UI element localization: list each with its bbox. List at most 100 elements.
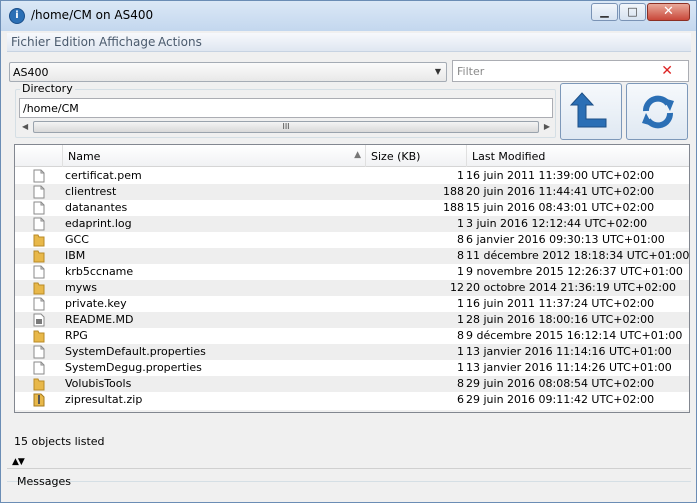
file-name: myws [65,281,97,294]
file-list[interactable]: Name ▲ Size (KB) Last Modified certifica… [14,144,690,413]
system-select-value: AS400 [13,66,49,79]
file-size: 1 [457,345,464,358]
close-button[interactable]: ✕ [647,3,690,21]
divider [7,468,691,469]
list-item[interactable]: zipresultat.zip 6 29 juin 2016 09:11:42 UT… [15,392,689,408]
file-modified: 15 juin 2016 08:43:01 UTC+02:00 [466,201,655,214]
file-name: SystemDegug.properties [65,361,202,374]
file-size: 8 [457,233,464,246]
list-item[interactable]: IBM 8 11 décembre 2012 18:18:34 UTC+01:00 [15,248,689,264]
file-modified: 20 juin 2016 11:44:41 UTC+02:00 [466,185,655,198]
app-icon: i [9,8,25,24]
system-select[interactable]: AS400 ▼ [9,62,447,82]
folder-icon [33,249,45,263]
list-item[interactable]: clientrest 188 20 juin 2016 11:44:41 UTC+0… [15,184,689,200]
list-item[interactable]: myws 12 20 octobre 2014 21:36:19 UTC+02:00 [15,280,689,296]
main-window: i /home/CM on AS400 ▁ □ ✕ Fichier Editio… [0,0,697,503]
file-name: datanantes [65,201,128,214]
file-name: zipresultat.zip [65,393,143,406]
filter-field: ✕ [452,60,689,82]
file-size: 1 [457,169,464,182]
file-icon [33,201,45,215]
menu-affichage[interactable]: Affichage [99,35,155,49]
sort-ascending-icon: ▲ [354,150,361,160]
minimize-icon: ▁ [600,5,609,18]
filter-input[interactable] [453,61,658,81]
list-item[interactable]: GCC 8 6 janvier 2016 09:30:13 UTC+01:00 [15,232,689,248]
file-icon [33,217,45,231]
file-name: clientrest [65,185,117,198]
text-file-icon [33,313,45,327]
scroll-right-icon[interactable]: ▶ [544,122,550,131]
file-modified: 11 décembre 2012 18:18:34 UTC+01:00 [466,249,690,262]
scroll-left-icon[interactable]: ◀ [22,122,28,131]
menu-actions[interactable]: Actions [158,35,202,49]
list-item[interactable]: krb5ccname 1 9 novembre 2015 12:26:37 UTC+… [15,264,689,280]
clear-filter-icon[interactable]: ✕ [661,63,673,79]
file-size: 8 [457,329,464,342]
list-header: Name ▲ Size (KB) Last Modified [15,145,689,167]
status-text: 15 objects listed [14,435,105,448]
file-modified: 29 juin 2016 08:08:54 UTC+02:00 [466,377,655,390]
file-modified: 13 janvier 2016 11:14:26 UTC+01:00 [466,361,672,374]
file-modified: 16 juin 2011 11:37:24 UTC+02:00 [466,297,655,310]
file-name: GCC [65,233,89,246]
refresh-button[interactable] [626,83,688,140]
file-modified: 6 janvier 2016 09:30:13 UTC+01:00 [466,233,665,246]
file-icon [33,361,45,375]
scrollbar-thumb[interactable]: III [33,121,539,133]
splitter-toggle-icon[interactable]: ▲▼ [12,457,25,467]
file-modified: 9 novembre 2015 12:26:37 UTC+01:00 [466,265,683,278]
list-item[interactable]: SystemDefault.properties 1 13 janvier 2016… [15,344,689,360]
menu-fichier[interactable]: Fichier [11,35,50,49]
list-item[interactable]: certificat.pem 1 16 juin 2011 11:39:00 UTC… [15,168,689,184]
maximize-button[interactable]: □ [619,3,646,21]
file-name: VolubisTools [65,377,132,390]
file-icon [33,345,45,359]
window-title: /home/CM on AS400 [31,8,154,22]
title-bar[interactable]: i /home/CM on AS400 ▁ □ ✕ [1,1,696,31]
list-item[interactable]: README.MD 1 28 juin 2016 18:00:16 UTC+02:0… [15,312,689,328]
header-last-modified[interactable]: Last Modified [467,145,689,167]
file-modified: 29 juin 2016 09:11:42 UTC+02:00 [466,393,655,406]
menu-edition[interactable]: Edition [54,35,96,49]
refresh-icon [642,95,674,129]
file-name: certificat.pem [65,169,142,182]
file-size: 1 [457,297,464,310]
header-icon-column[interactable] [15,145,63,167]
file-name: README.MD [65,313,134,326]
file-size: 188 [443,201,464,214]
header-size[interactable]: Size (KB) [366,145,467,167]
directory-scrollbar[interactable]: ◀ III ▶ [19,120,553,134]
list-item[interactable]: edaprint.log 1 3 juin 2016 12:12:44 UTC+02… [15,216,689,232]
file-size: 12 [450,281,464,294]
maximize-icon: □ [627,5,638,18]
file-modified: 13 janvier 2016 11:14:16 UTC+01:00 [466,345,672,358]
file-name: krb5ccname [65,265,134,278]
file-size: 1 [457,217,464,230]
file-size: 1 [457,265,464,278]
list-item[interactable]: VolubisTools 8 29 juin 2016 08:08:54 UTC+0… [15,376,689,392]
folder-icon [33,377,45,391]
folder-icon [33,233,45,247]
file-name: SystemDefault.properties [65,345,206,358]
folder-icon [33,281,45,295]
up-arrow-icon [570,92,607,128]
file-size: 1 [457,313,464,326]
list-item[interactable]: private.key 1 16 juin 2011 11:37:24 UTC+02… [15,296,689,312]
chevron-down-icon: ▼ [434,67,441,76]
file-name: private.key [65,297,127,310]
folder-icon [33,329,45,343]
file-size: 1 [457,361,464,374]
directory-input[interactable] [19,98,553,118]
close-icon: ✕ [663,4,674,19]
minimize-button[interactable]: ▁ [591,3,618,21]
header-name[interactable]: Name ▲ [63,145,366,167]
list-item[interactable]: SystemDegug.properties 1 13 janvier 2016 1… [15,360,689,376]
list-item[interactable]: datanantes 188 15 juin 2016 08:43:01 UTC+0… [15,200,689,216]
parent-directory-button[interactable] [560,83,622,140]
file-modified: 28 juin 2016 18:00:16 UTC+02:00 [466,313,655,326]
list-item[interactable]: RPG 8 9 décembre 2015 16:12:14 UTC+01:00 [15,328,689,344]
file-size: 8 [457,377,464,390]
list-scrollbar[interactable] [15,410,689,412]
